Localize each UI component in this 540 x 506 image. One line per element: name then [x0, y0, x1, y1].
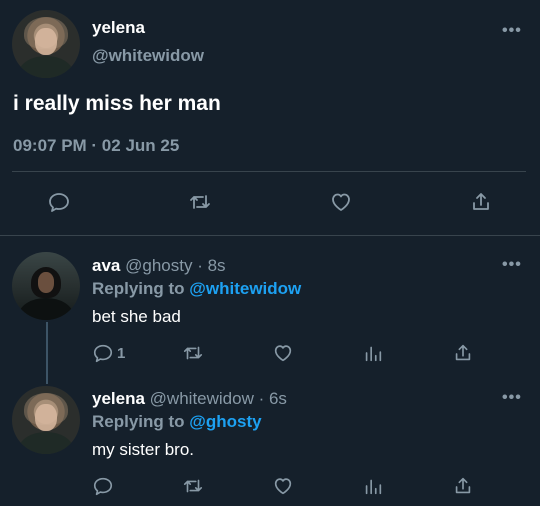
replying-to-label: Replying to — [92, 412, 185, 431]
reply-icon[interactable] — [92, 342, 114, 364]
reply-icon[interactable] — [47, 190, 71, 214]
tweet-text: i really miss her man — [13, 92, 221, 115]
more-options-icon[interactable]: ••• — [502, 389, 522, 407]
replying-to-label: Replying to — [92, 279, 185, 298]
share-icon[interactable] — [452, 342, 474, 364]
reply-text: bet she bad — [92, 307, 181, 326]
like-icon[interactable] — [272, 342, 294, 364]
reply-count: 1 — [117, 345, 126, 362]
retweet-icon[interactable] — [188, 190, 212, 214]
avatar[interactable] — [12, 252, 80, 320]
retweet-icon[interactable] — [182, 342, 204, 364]
handle[interactable]: @whitewidow — [92, 46, 204, 66]
analytics-icon[interactable] — [362, 475, 384, 497]
thread-connector — [46, 322, 48, 384]
like-icon[interactable] — [329, 190, 353, 214]
more-options-icon[interactable]: ••• — [502, 22, 522, 40]
avatar[interactable] — [12, 386, 80, 454]
like-icon[interactable] — [272, 475, 294, 497]
retweet-icon[interactable] — [182, 475, 204, 497]
divider — [12, 171, 526, 172]
avatar[interactable] — [12, 10, 80, 78]
handle[interactable]: @whitewidow — [150, 389, 254, 408]
timestamp[interactable]: 09:07 PM · 02 Jun 25 — [13, 136, 179, 156]
display-name[interactable]: yelena — [92, 389, 145, 408]
analytics-icon[interactable] — [362, 342, 384, 364]
post-time[interactable]: · 6s — [259, 389, 287, 408]
reply-text: my sister bro. — [92, 440, 195, 459]
reply-icon[interactable] — [92, 475, 114, 497]
divider — [0, 235, 540, 236]
more-options-icon[interactable]: ••• — [502, 256, 522, 274]
display-name[interactable]: ava — [92, 256, 120, 275]
share-icon[interactable] — [452, 475, 474, 497]
share-icon[interactable] — [469, 190, 493, 214]
handle[interactable]: @ghosty — [125, 256, 192, 275]
replying-to-link[interactable]: @ghosty — [189, 412, 261, 431]
post-time[interactable]: · 8s — [197, 256, 225, 275]
replying-to-link[interactable]: @whitewidow — [189, 279, 301, 298]
display-name[interactable]: yelena — [92, 18, 145, 38]
